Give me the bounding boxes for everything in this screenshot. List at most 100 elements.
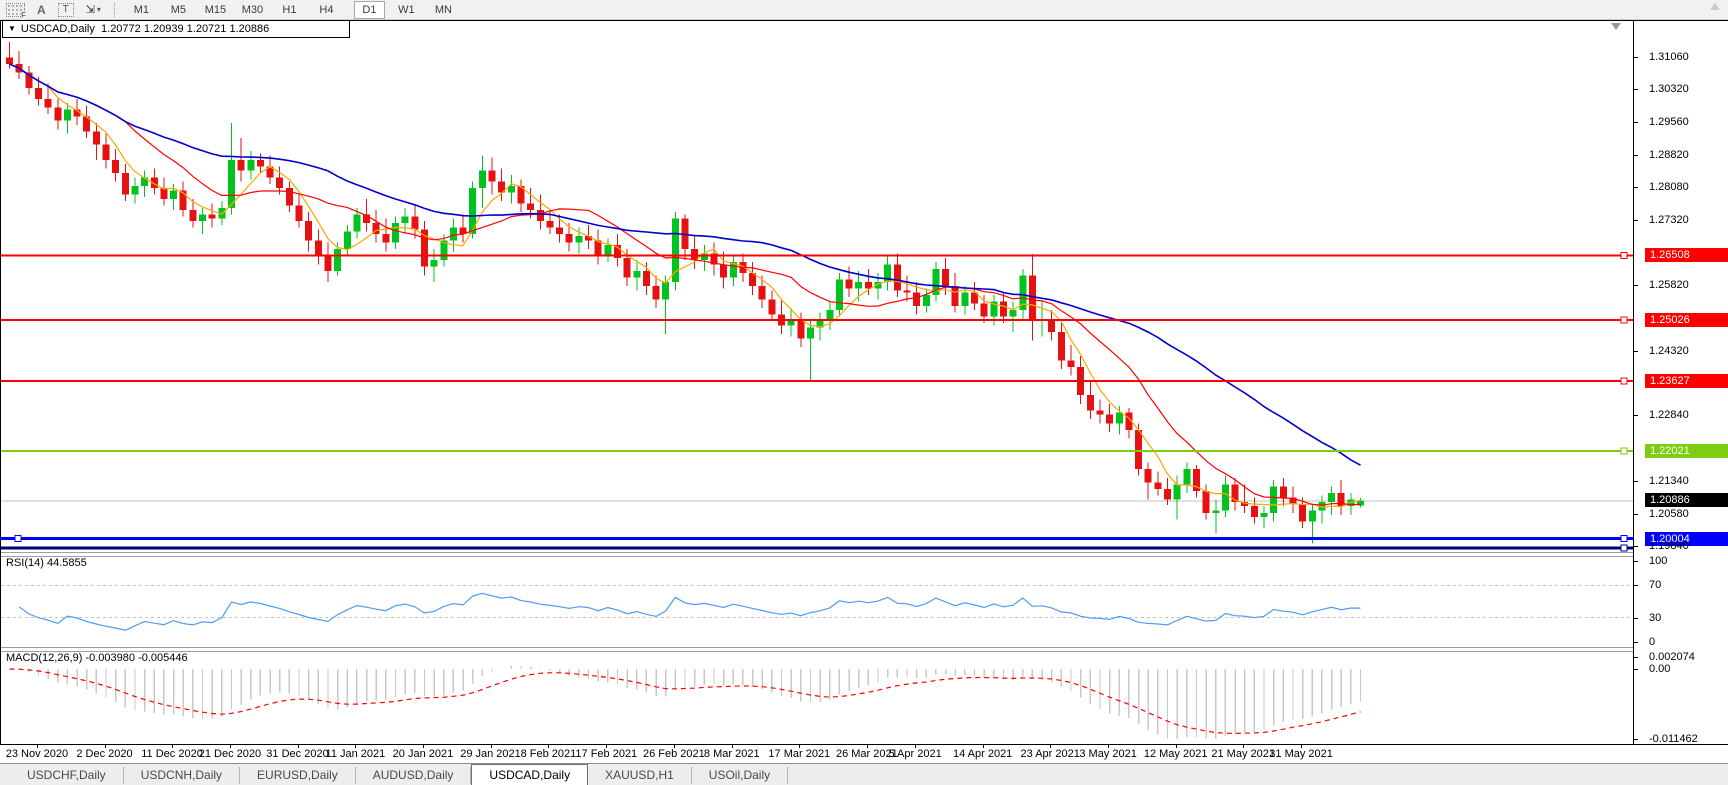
chart-ohlc-values: 1.20772 1.20939 1.20721 1.20886 bbox=[101, 23, 270, 35]
price-axis-label: 1.24320 bbox=[1649, 344, 1689, 357]
date-axis-label: 23 Apr 2021 bbox=[1020, 748, 1080, 760]
date-axis-label: 21 Dec 2020 bbox=[198, 748, 262, 760]
price-axis[interactable]: 1.31060 1.30320 1.29560 1.28820 1.28080 1.273… bbox=[1634, 21, 1728, 745]
date-axis-label: 2 Dec 2020 bbox=[76, 748, 133, 760]
date-axis-label: 17 Feb 2021 bbox=[575, 748, 638, 760]
chart-symbol-title: USDCAD,Daily bbox=[20, 23, 95, 35]
price-axis-tick bbox=[1634, 219, 1638, 221]
price-axis-tick bbox=[1634, 285, 1638, 287]
text-label-icon[interactable]: T bbox=[57, 2, 74, 17]
price-axis-label: 1.22840 bbox=[1649, 409, 1689, 422]
date-axis-label: 14 Apr 2021 bbox=[952, 748, 1013, 760]
price-tag-red-box: 1.25026 bbox=[1645, 312, 1728, 327]
macd-label: MACD(12,26,9) -0.003980 -0.005446 bbox=[6, 652, 188, 664]
timeframe-button-m5[interactable]: M5 bbox=[163, 1, 194, 19]
arrows-style-icon: ⇲ bbox=[85, 4, 95, 16]
date-axis-label: 23 Nov 2020 bbox=[5, 748, 69, 760]
price-axis-tick bbox=[1634, 415, 1638, 417]
price-axis-tick bbox=[1634, 57, 1638, 58]
price-axis-label: 1.25820 bbox=[1649, 279, 1689, 292]
chart-tab-bar: USDCHF,Daily USDCNH,Daily EURUSD,Daily AUDU… bbox=[0, 763, 1728, 785]
date-axis-label: 8 Mar 2021 bbox=[703, 748, 760, 760]
rsi-axis-label: 0 bbox=[1649, 636, 1656, 648]
timeframe-button-m30[interactable]: M30 bbox=[237, 1, 268, 19]
rsi-panel[interactable] bbox=[1, 555, 1633, 647]
macd-axis-label: 0.002074 bbox=[1649, 651, 1695, 663]
price-axis-label: 1.31060 bbox=[1649, 51, 1689, 63]
date-axis-label: 26 Feb 2021 bbox=[642, 748, 705, 760]
timeframe-toolbar: M1 M5 M15 M30 H1 H4 D1 W1 MN bbox=[123, 0, 462, 19]
date-axis-label: 20 Jan 2021 bbox=[392, 748, 454, 760]
tab-usdchf-daily[interactable]: USDCHF,Daily bbox=[10, 767, 124, 784]
price-axis-label: 1.19840 bbox=[1649, 539, 1689, 552]
price-axis-label: 1.29560 bbox=[1649, 116, 1689, 129]
rsi-axis-tick bbox=[1634, 561, 1638, 562]
timeframe-button-m1[interactable]: M1 bbox=[126, 1, 157, 19]
date-axis-label: 31 May 2021 bbox=[1269, 748, 1333, 760]
price-axis-label: 1.27320 bbox=[1649, 213, 1689, 226]
macd-axis-tick bbox=[1634, 669, 1638, 670]
main-price-chart[interactable] bbox=[1, 21, 1633, 552]
price-axis-label: 1.20580 bbox=[1649, 507, 1689, 520]
tab-xauusd-h1[interactable]: XAUUSD,H1 bbox=[588, 767, 692, 784]
price-axis-tick bbox=[1634, 545, 1638, 547]
price-axis-tick bbox=[1634, 480, 1638, 482]
price-axis-tick bbox=[1634, 350, 1638, 352]
rsi-label: RSI(14) 44.5855 bbox=[6, 557, 87, 569]
tab-usdcnh-daily[interactable]: USDCNH,Daily bbox=[123, 767, 241, 784]
price-tag-green-box: 1.22021 bbox=[1645, 443, 1728, 458]
price-tag-red-box: 1.26508 bbox=[1645, 248, 1728, 263]
date-axis[interactable]: 23 Nov 2020 2 Dec 2020 11 Dec 2020 21 Dec 2… bbox=[0, 744, 1728, 763]
date-axis-label: 5 Apr 2021 bbox=[888, 748, 942, 760]
rsi-axis-label: 100 bbox=[1649, 555, 1668, 567]
date-axis-label: 8 Feb 2021 bbox=[520, 748, 577, 760]
rsi-axis-label: 30 bbox=[1649, 611, 1662, 624]
price-axis-tick bbox=[1634, 122, 1638, 124]
date-axis-label: 21 May 2021 bbox=[1211, 748, 1275, 760]
macd-axis-tick bbox=[1634, 739, 1638, 740]
chart-shift-marker[interactable] bbox=[1611, 23, 1621, 30]
price-axis-tick bbox=[1634, 89, 1638, 91]
price-axis-label: 1.28080 bbox=[1649, 180, 1689, 193]
price-axis-tick bbox=[1634, 154, 1638, 156]
timeframe-button-d1[interactable]: D1 bbox=[353, 0, 385, 19]
date-axis-label: 31 Dec 2020 bbox=[266, 748, 329, 760]
date-axis-label: 11 Jan 2021 bbox=[325, 748, 386, 760]
price-axis-tick bbox=[1634, 513, 1638, 515]
tab-eurusd-daily[interactable]: EURUSD,Daily bbox=[240, 767, 356, 784]
timeframe-button-h4[interactable]: H4 bbox=[311, 1, 342, 19]
price-tag-red-box: 1.23627 bbox=[1645, 373, 1728, 388]
macd-axis-label: 0.00 bbox=[1649, 663, 1671, 675]
rsi-axis-tick bbox=[1634, 585, 1638, 587]
font-icon[interactable]: A bbox=[37, 2, 46, 17]
arrows-style-button[interactable]: ⇲ ▾ bbox=[86, 2, 101, 17]
mt4-application: F A T ⇲ ▾ M1 M5 M15 M30 H1 H4 D1 W1 MN ▼ USDCAD,D… bbox=[0, 0, 1728, 785]
date-axis-label: 12 May 2021 bbox=[1143, 748, 1208, 760]
timeframe-button-w1[interactable]: W1 bbox=[391, 1, 422, 19]
date-axis-label: 11 Dec 2020 bbox=[141, 748, 203, 760]
toolbar-overflow-icon[interactable] bbox=[1710, 3, 1720, 10]
date-axis-label: 29 Jan 2021 bbox=[460, 748, 521, 760]
macd-panel[interactable] bbox=[1, 650, 1633, 745]
chart-window: ▼ USDCAD,Daily 1.20772 1.20939 1.20721 1.… bbox=[0, 20, 1728, 745]
date-axis-label: 3 May 2021 bbox=[1079, 748, 1137, 760]
price-axis-label: 1.21340 bbox=[1649, 474, 1689, 487]
timeframe-button-m15[interactable]: M15 bbox=[200, 1, 231, 19]
price-axis-label: 1.30320 bbox=[1649, 83, 1689, 96]
tab-usdcad-daily[interactable]: USDCAD,Daily bbox=[471, 764, 589, 785]
timeframe-button-h1[interactable]: H1 bbox=[274, 1, 305, 19]
collapse-triangle-icon[interactable]: ▼ bbox=[8, 24, 16, 33]
price-axis-label: 1.28820 bbox=[1649, 148, 1689, 161]
timeframe-button-mn[interactable]: MN bbox=[428, 1, 459, 19]
dropdown-caret-icon: ▾ bbox=[96, 5, 101, 14]
chart-title-box[interactable]: ▼ USDCAD,Daily 1.20772 1.20939 1.20721 1.… bbox=[2, 21, 350, 38]
tab-audusd-daily[interactable]: AUDUSD,Daily bbox=[355, 767, 472, 784]
rsi-axis-tick bbox=[1634, 642, 1638, 643]
date-axis-label: 17 Mar 2021 bbox=[768, 748, 831, 760]
macd-axis-tick bbox=[1634, 657, 1638, 658]
toolbar-separator bbox=[113, 2, 116, 17]
rsi-axis-label: 70 bbox=[1649, 579, 1662, 592]
price-axis-tick bbox=[1634, 186, 1638, 188]
tab-usoil-daily[interactable]: USOil,Daily bbox=[691, 767, 789, 784]
templates-grid-icon[interactable]: F bbox=[6, 2, 26, 20]
